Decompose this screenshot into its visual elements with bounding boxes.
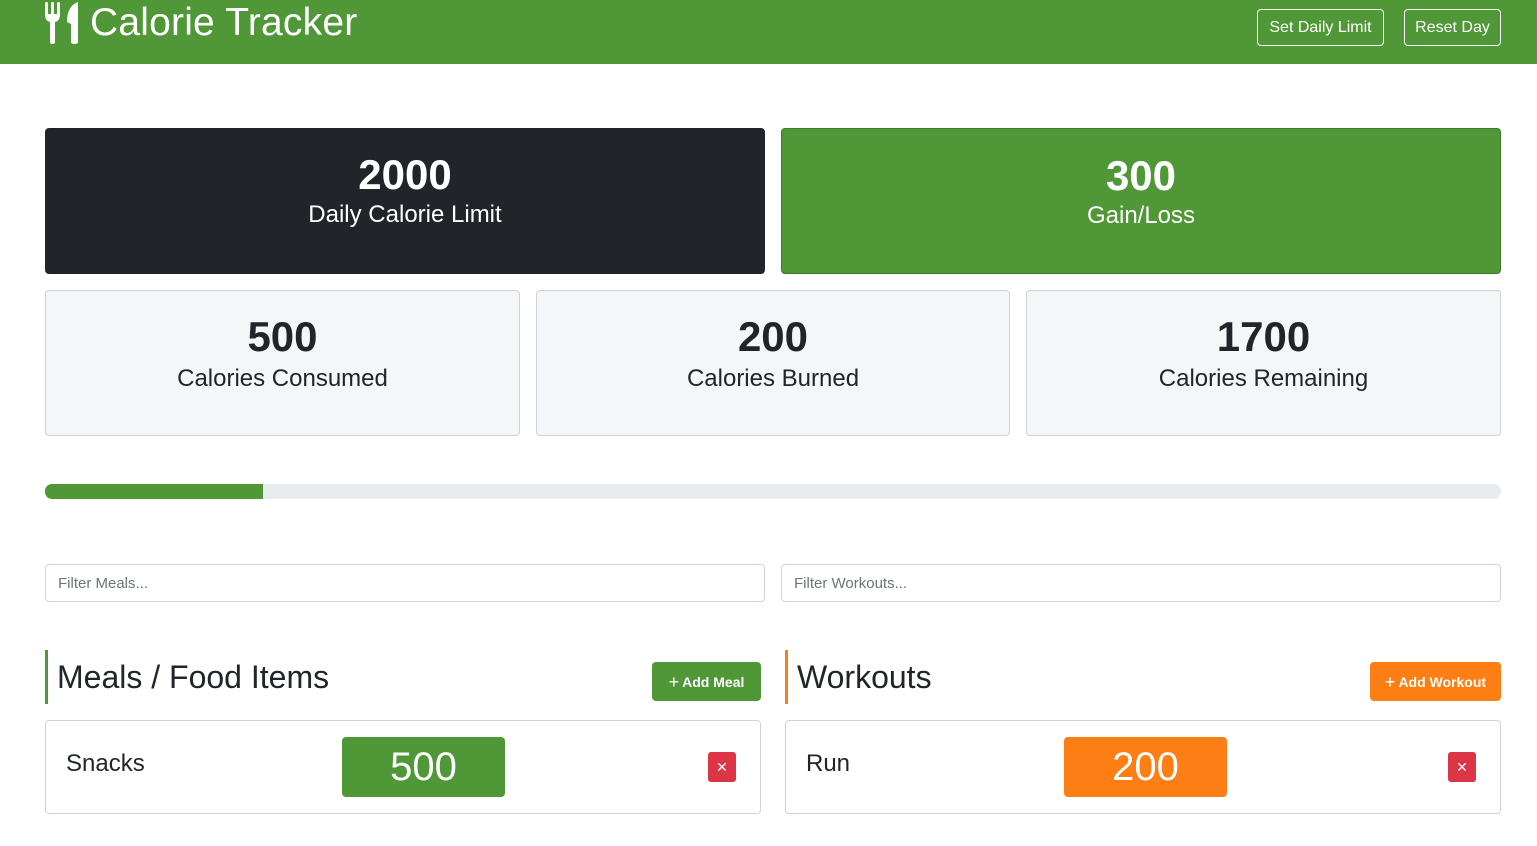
calories-burned-card: 200 Calories Burned: [536, 290, 1010, 436]
delete-workout-button[interactable]: ✕: [1448, 752, 1476, 782]
daily-limit-value: 2000: [358, 151, 452, 198]
app-title: Calorie Tracker: [90, 1, 358, 44]
add-workout-button[interactable]: + Add Workout: [1370, 662, 1501, 701]
calories-burned-value: 200: [737, 313, 809, 360]
gain-loss-label: Gain/Loss: [1086, 202, 1196, 229]
calories-remaining-label: Calories Remaining: [1158, 365, 1369, 392]
close-icon: ✕: [1456, 759, 1468, 775]
calories-remaining-value: 1700: [1216, 313, 1311, 360]
meal-item-card: Snacks 500 ✕: [45, 720, 761, 814]
filter-meals-input[interactable]: [45, 564, 765, 602]
calories-burned-label: Calories Burned: [686, 365, 860, 392]
daily-limit-label: Daily Calorie Limit: [308, 201, 502, 228]
meal-item-calories: 500: [342, 737, 505, 797]
top-navbar: Calorie Tracker Set Daily Limit Reset Da…: [0, 0, 1537, 64]
daily-limit-card: 2000 Daily Calorie Limit: [45, 128, 765, 274]
close-icon: ✕: [716, 759, 728, 775]
gain-loss-value: 300: [1105, 152, 1177, 199]
add-meal-button[interactable]: + Add Meal: [652, 662, 761, 701]
reset-day-button[interactable]: Reset Day: [1404, 9, 1501, 46]
delete-meal-button[interactable]: ✕: [708, 752, 736, 782]
workout-item-name: Run: [806, 750, 851, 777]
utensils-icon: [45, 2, 78, 44]
add-meal-label: Add Meal: [682, 673, 745, 690]
calorie-progress-bar: [45, 484, 264, 499]
calorie-progress-track: [45, 484, 1501, 499]
app-brand[interactable]: Calorie Tracker: [45, 0, 357, 46]
plus-icon: +: [1384, 671, 1396, 692]
calories-consumed-card: 500 Calories Consumed: [45, 290, 520, 436]
plus-icon: +: [668, 671, 680, 692]
meals-section-title: Meals / Food Items: [45, 650, 329, 704]
workout-item-card: Run 200 ✕: [785, 720, 1501, 814]
calories-consumed-label: Calories Consumed: [177, 365, 388, 392]
add-workout-label: Add Workout: [1398, 673, 1487, 690]
workout-item-calories: 200: [1064, 737, 1227, 797]
set-daily-limit-button[interactable]: Set Daily Limit: [1257, 9, 1384, 46]
filter-workouts-input[interactable]: [781, 564, 1501, 602]
workouts-section-title: Workouts: [785, 650, 932, 704]
calories-remaining-card: 1700 Calories Remaining: [1026, 290, 1501, 436]
meal-item-name: Snacks: [66, 750, 145, 777]
calories-consumed-value: 500: [247, 313, 318, 360]
gain-loss-card: 300 Gain/Loss: [781, 128, 1501, 274]
